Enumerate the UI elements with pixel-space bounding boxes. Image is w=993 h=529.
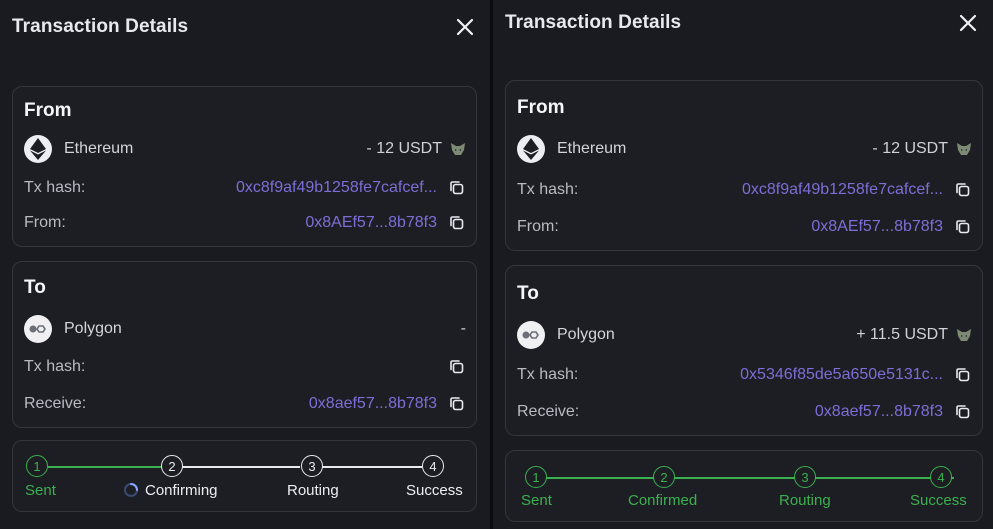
receive-address-row: Receive: 0x8aef57...8b78f3 [24,392,466,416]
copy-icon[interactable] [954,403,972,421]
to-card: To Polygon + 11.5 USDT Tx hash: 0x5346f8… [505,265,983,436]
copy-icon[interactable] [448,214,466,232]
from-chain-row: Ethereum - 12 USDT [24,135,466,163]
metamask-fox-icon [956,142,972,156]
step-2-label-text: Confirming [145,482,218,499]
progress-stepper: 1 2 3 4 Sent Confirming Routing Success [12,440,477,512]
from-chain-row: Ethereum - 12 USDT [517,135,972,163]
from-chain-name: Ethereum [64,140,134,157]
step-3-label: Routing [779,492,831,509]
from-address-row: From: 0x8AEf57...8b78f3 [24,211,466,235]
transaction-details-panel-complete: Transaction Details From Ethereum - 12 U… [493,0,993,529]
receive-address-link[interactable]: 0x8aef57...8b78f3 [815,403,943,421]
step-3-indicator: 3 [301,455,323,477]
step-3-indicator: 3 [794,466,816,488]
progress-track-segment [542,477,954,479]
tx-hash-label: Tx hash: [24,179,86,196]
step-2-indicator: 2 [653,466,675,488]
progress-track-segment [312,466,422,468]
from-label: From: [517,218,559,235]
metamask-fox-icon [450,142,466,156]
panel-header: Transaction Details [505,8,981,38]
step-2-label: Confirming [123,482,218,499]
tx-hash-link[interactable]: 0xc8f9af49b1258fe7cafcef... [742,181,943,199]
receive-address-link[interactable]: 0x8aef57...8b78f3 [309,395,437,413]
panel-title: Transaction Details [12,16,189,37]
step-1-label: Sent [25,482,56,499]
copy-icon[interactable] [448,179,466,197]
step-4-indicator: 4 [930,466,952,488]
to-amount: + 11.5 USDT [856,326,972,344]
receive-label: Receive: [517,403,580,420]
from-chain-name: Ethereum [557,140,627,157]
to-tx-hash-row: Tx hash: 0x5346f85de5a650e5131c... [517,363,972,387]
from-heading: From [517,97,565,118]
screenshot-stage: Transaction Details From Ethereum - 12 U… [0,0,993,529]
progress-track-segment [48,466,172,468]
metamask-fox-icon [956,328,972,342]
tx-hash-label: Tx hash: [24,358,86,375]
from-card: From Ethereum - 12 USDT Tx hash: 0xc8f9a… [505,80,983,251]
polygon-icon [24,315,52,343]
tx-hash-label: Tx hash: [517,181,579,198]
ethereum-icon [517,135,545,163]
to-chain-row: Polygon + 11.5 USDT [517,321,972,349]
tx-hash-link[interactable]: 0xc8f9af49b1258fe7cafcef... [236,179,437,197]
close-icon[interactable] [452,14,478,40]
progress-track-segment [195,466,300,468]
step-1-indicator: 1 [26,455,48,477]
to-heading: To [24,277,46,298]
to-chain-name: Polygon [64,320,122,337]
step-1-label: Sent [521,492,552,509]
ethereum-icon [24,135,52,163]
to-chain-row: Polygon - [24,315,466,343]
from-address-row: From: 0x8AEf57...8b78f3 [517,215,972,239]
copy-icon[interactable] [954,366,972,384]
step-3-label: Routing [287,482,339,499]
tx-hash-label: Tx hash: [517,366,579,383]
step-2-indicator: 2 [161,455,183,477]
to-card: To Polygon - Tx hash: Receive: 0x8aef57.… [12,261,477,428]
loading-spinner-icon [123,482,139,498]
from-tx-hash-row: Tx hash: 0xc8f9af49b1258fe7cafcef... [517,178,972,202]
receive-label: Receive: [24,395,87,412]
from-amount: - 12 USDT [872,140,972,158]
to-heading: To [517,283,539,304]
receive-address-row: Receive: 0x8aef57...8b78f3 [517,400,972,424]
polygon-icon [517,321,545,349]
step-4-indicator: 4 [422,455,444,477]
progress-stepper: 1 2 3 4 Sent Confirmed Routing Success [505,450,983,522]
from-label: From: [24,214,66,231]
from-amount-value: - 12 USDT [872,140,948,157]
step-4-label: Success [910,492,967,509]
from-address-link[interactable]: 0x8AEf57...8b78f3 [811,218,943,236]
from-tx-hash-row: Tx hash: 0xc8f9af49b1258fe7cafcef... [24,176,466,200]
to-amount-value: - [460,320,466,337]
copy-icon[interactable] [448,395,466,413]
from-card: From Ethereum - 12 USDT Tx hash: 0xc8f9a… [12,86,477,247]
close-icon[interactable] [955,10,981,36]
from-heading: From [24,100,72,121]
panel-header: Transaction Details [12,12,478,42]
from-address-link[interactable]: 0x8AEf57...8b78f3 [305,214,437,232]
to-amount-value: + 11.5 USDT [856,326,948,343]
from-amount: - 12 USDT [366,140,466,158]
step-2-label: Confirmed [628,492,698,509]
copy-icon[interactable] [954,181,972,199]
transaction-details-panel-pending: Transaction Details From Ethereum - 12 U… [0,0,490,529]
from-amount-value: - 12 USDT [366,140,442,157]
panel-title: Transaction Details [505,12,682,33]
to-tx-hash-row: Tx hash: [24,355,466,379]
copy-icon[interactable] [448,358,466,376]
to-amount: - [461,320,466,338]
to-chain-name: Polygon [557,326,615,343]
copy-icon[interactable] [954,218,972,236]
step-4-label: Success [406,482,463,499]
step-1-indicator: 1 [525,466,547,488]
tx-hash-link[interactable]: 0x5346f85de5a650e5131c... [740,366,943,384]
